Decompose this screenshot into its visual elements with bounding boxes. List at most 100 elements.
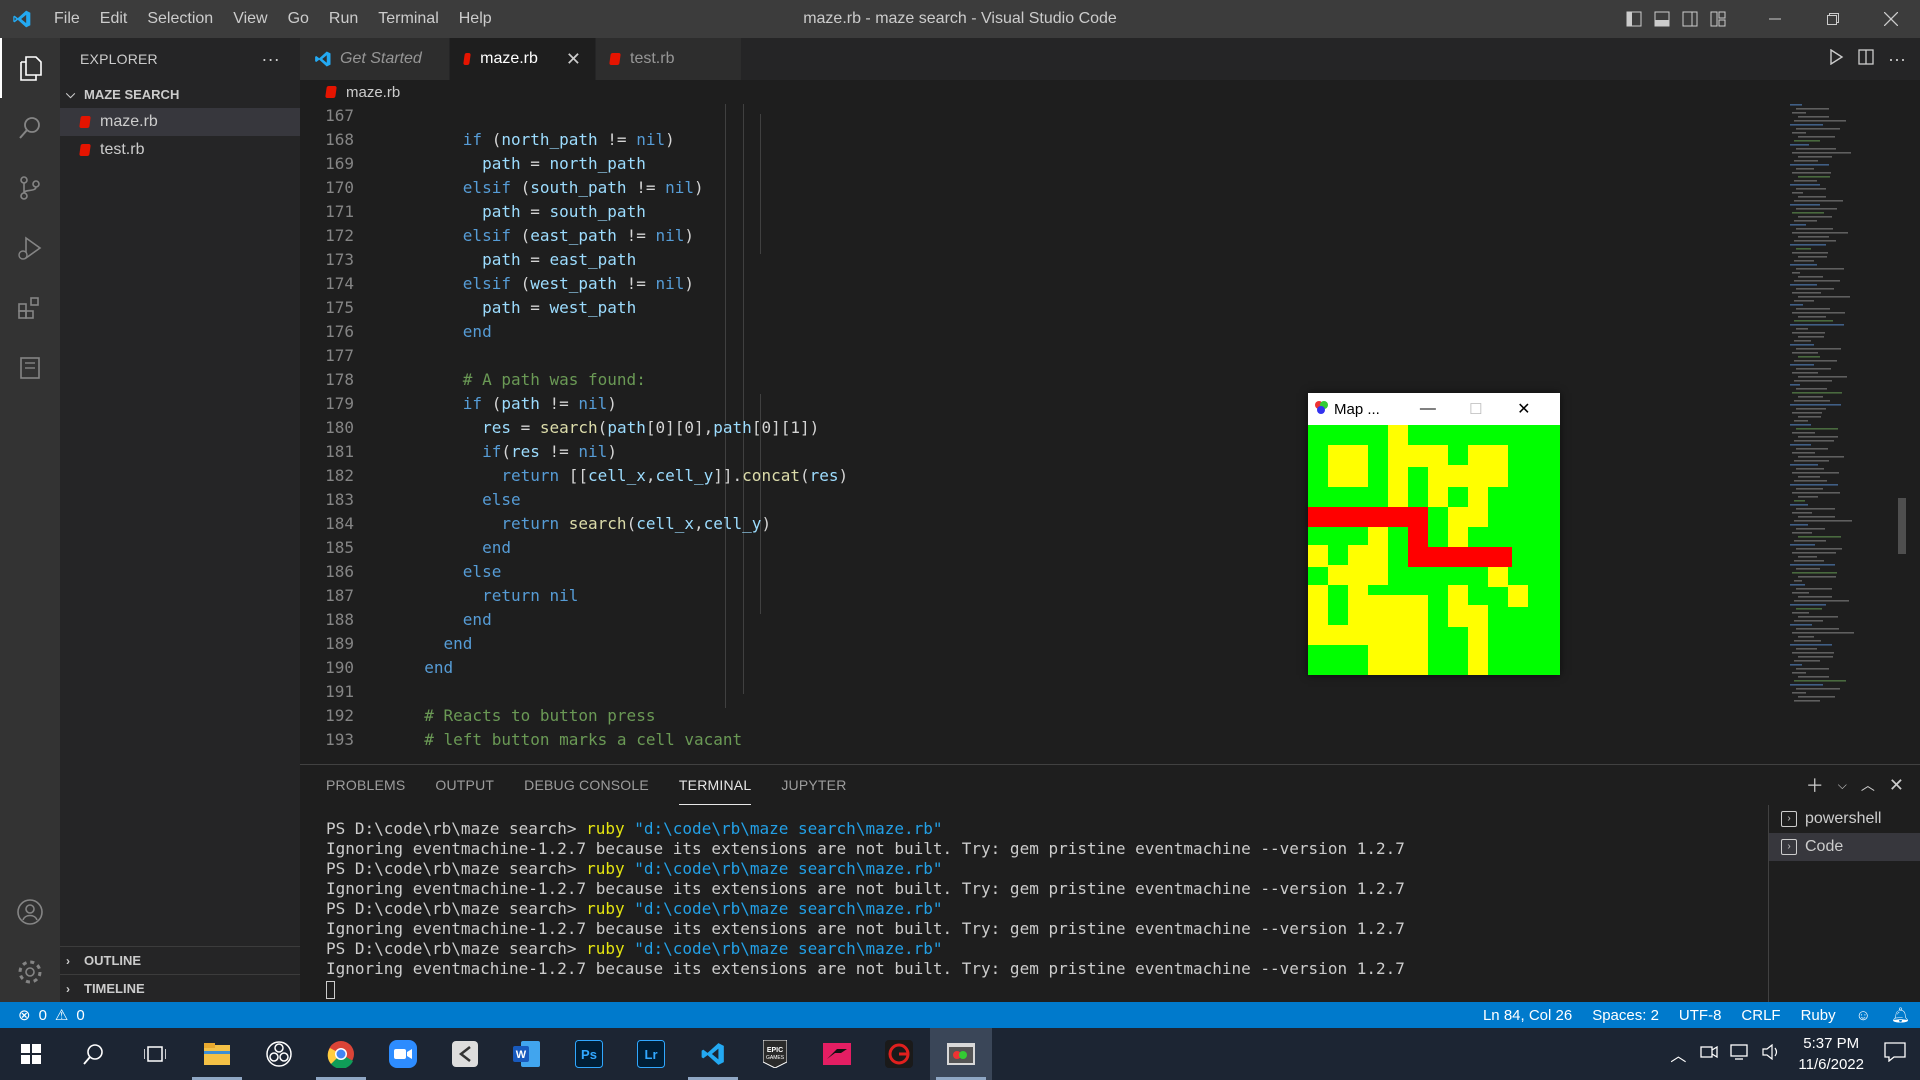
feedback-icon[interactable]: ☺ (1846, 1007, 1881, 1024)
menu-terminal[interactable]: Terminal (368, 0, 448, 38)
lightroom-icon[interactable]: Lr (620, 1028, 682, 1080)
source-control-icon[interactable] (0, 158, 60, 218)
tab-debug-console[interactable]: DEBUG CONSOLE (524, 765, 649, 805)
run-debug-icon[interactable] (0, 218, 60, 278)
unity-icon[interactable] (434, 1028, 496, 1080)
line-number: 186 (325, 562, 354, 581)
obs-icon[interactable] (248, 1028, 310, 1080)
close-panel-icon[interactable]: ✕ (1889, 775, 1904, 796)
search-icon[interactable] (0, 98, 60, 158)
timeline-section[interactable]: › TIMELINE (60, 974, 300, 1002)
chevron-up-icon[interactable]: ︿ (1662, 1042, 1694, 1066)
menu-go[interactable]: Go (278, 0, 319, 38)
tab-terminal[interactable]: TERMINAL (678, 765, 752, 805)
garena-icon[interactable] (868, 1028, 930, 1080)
minimap-scroll-thumb[interactable] (1898, 498, 1906, 554)
menu-file[interactable]: File (44, 0, 90, 38)
tab-maze-rb[interactable]: maze.rb ✕ (450, 38, 596, 80)
minimap-line (1790, 524, 1808, 526)
menu-run[interactable]: Run (319, 0, 368, 38)
notifications-bell-icon[interactable]: 🔔︎ (1881, 1006, 1920, 1024)
language-mode[interactable]: Ruby (1791, 1007, 1846, 1024)
forza-icon[interactable] (806, 1028, 868, 1080)
notification-center-icon[interactable] (1876, 1041, 1920, 1067)
menu-edit[interactable]: Edit (90, 0, 138, 38)
network-icon[interactable] (1724, 1043, 1756, 1065)
map-close-icon[interactable]: ✕ (1500, 399, 1548, 419)
outline-section[interactable]: › OUTLINE (60, 946, 300, 974)
settings-gear-icon[interactable] (0, 942, 60, 1002)
task-view-icon[interactable] (124, 1028, 186, 1080)
map-minimize-icon[interactable]: — (1404, 400, 1452, 418)
breadcrumb[interactable]: maze.rb (300, 80, 1920, 104)
vscode-icon[interactable] (682, 1028, 744, 1080)
tab-jupyter[interactable]: JUPYTER (781, 765, 846, 805)
minimize-icon[interactable] (1746, 0, 1804, 38)
map-window[interactable]: Map ... — ☐ ✕ (1308, 393, 1560, 675)
minimap-line (1798, 116, 1829, 118)
word-icon[interactable]: W (496, 1028, 558, 1080)
meet-now-icon[interactable] (1694, 1044, 1724, 1065)
photoshop-icon[interactable]: Ps (558, 1028, 620, 1080)
extensions-icon[interactable] (0, 278, 60, 338)
run-file-icon[interactable] (1828, 48, 1844, 70)
map-title-bar[interactable]: Map ... — ☐ ✕ (1308, 393, 1560, 425)
new-terminal-icon[interactable]: ＋ (1806, 772, 1824, 798)
notebook-icon[interactable] (0, 338, 60, 398)
minimap-line (1798, 216, 1832, 218)
customize-layout-icon[interactable] (1704, 0, 1732, 38)
file-item-test[interactable]: test.rb (60, 136, 300, 164)
zoom-icon[interactable] (372, 1028, 434, 1080)
terminal-item-powershell[interactable]: › powershell (1769, 805, 1920, 833)
editor-more-icon[interactable]: ··· (1888, 49, 1906, 70)
file-explorer-icon[interactable] (186, 1028, 248, 1080)
minimap-line (1792, 432, 1815, 434)
chrome-icon[interactable] (310, 1028, 372, 1080)
menu-selection[interactable]: Selection (137, 0, 223, 38)
indentation[interactable]: Spaces: 2 (1582, 1007, 1669, 1024)
accounts-icon[interactable] (0, 882, 60, 942)
line-number: 179 (325, 394, 354, 413)
problems-status[interactable]: ⊗ 0 ⚠ 0 (0, 1006, 85, 1025)
epic-games-icon[interactable]: EPIC GAMES (744, 1028, 806, 1080)
start-icon[interactable] (0, 1028, 62, 1080)
minimap[interactable] (1786, 104, 1906, 724)
restore-icon[interactable] (1804, 0, 1862, 38)
tab-get-started[interactable]: Get Started (300, 38, 450, 80)
close-tab-icon[interactable]: ✕ (566, 49, 581, 70)
explorer-icon[interactable] (0, 38, 60, 98)
minimap-line (1798, 676, 1829, 678)
tab-output[interactable]: OUTPUT (435, 765, 494, 805)
cursor-position[interactable]: Ln 84, Col 26 (1473, 1007, 1582, 1024)
maximize-panel-icon[interactable]: ︿ (1861, 775, 1875, 795)
tab-problems[interactable]: PROBLEMS (326, 765, 405, 805)
maze-canvas[interactable] (1308, 425, 1560, 675)
chevron-down-icon[interactable]: ⌵ (1838, 778, 1847, 793)
taskbar-clock[interactable]: 5:37 PM 11/6/2022 (1786, 1033, 1876, 1075)
toggle-panel-icon[interactable] (1648, 0, 1676, 38)
split-editor-icon[interactable] (1858, 48, 1874, 70)
minimap-line (1794, 120, 1846, 122)
more-actions-icon[interactable]: ··· (261, 49, 280, 70)
tab-test-rb[interactable]: test.rb (596, 38, 742, 80)
terminal-line: Ignoring eventmachine-1.2.7 because its … (326, 839, 1405, 858)
line-number: 189 (325, 634, 354, 653)
minimap-line (1794, 660, 1820, 662)
folder-section[interactable]: ⌵ MAZE SEARCH (60, 80, 300, 108)
menu-help[interactable]: Help (449, 0, 502, 38)
toggle-sidebar-icon[interactable] (1620, 0, 1648, 38)
close-window-icon[interactable] (1862, 0, 1920, 38)
menu-view[interactable]: View (223, 0, 277, 38)
toggle-secondary-sidebar-icon[interactable] (1676, 0, 1704, 38)
file-item-maze[interactable]: maze.rb (60, 108, 300, 136)
minimap-line (1792, 272, 1800, 274)
volume-icon[interactable] (1756, 1043, 1786, 1065)
terminal-item-code[interactable]: › Code (1769, 833, 1920, 861)
ruby-window-icon[interactable] (930, 1028, 992, 1080)
search-icon[interactable] (62, 1028, 124, 1080)
encoding[interactable]: UTF-8 (1669, 1007, 1732, 1024)
line-ending[interactable]: CRLF (1731, 1007, 1790, 1024)
terminal-output[interactable]: PS D:\code\rb\maze search> ruby "d:\code… (326, 819, 1766, 999)
minimap-line (1792, 692, 1806, 694)
menu-bar: File Edit Selection View Go Run Terminal… (44, 0, 502, 38)
